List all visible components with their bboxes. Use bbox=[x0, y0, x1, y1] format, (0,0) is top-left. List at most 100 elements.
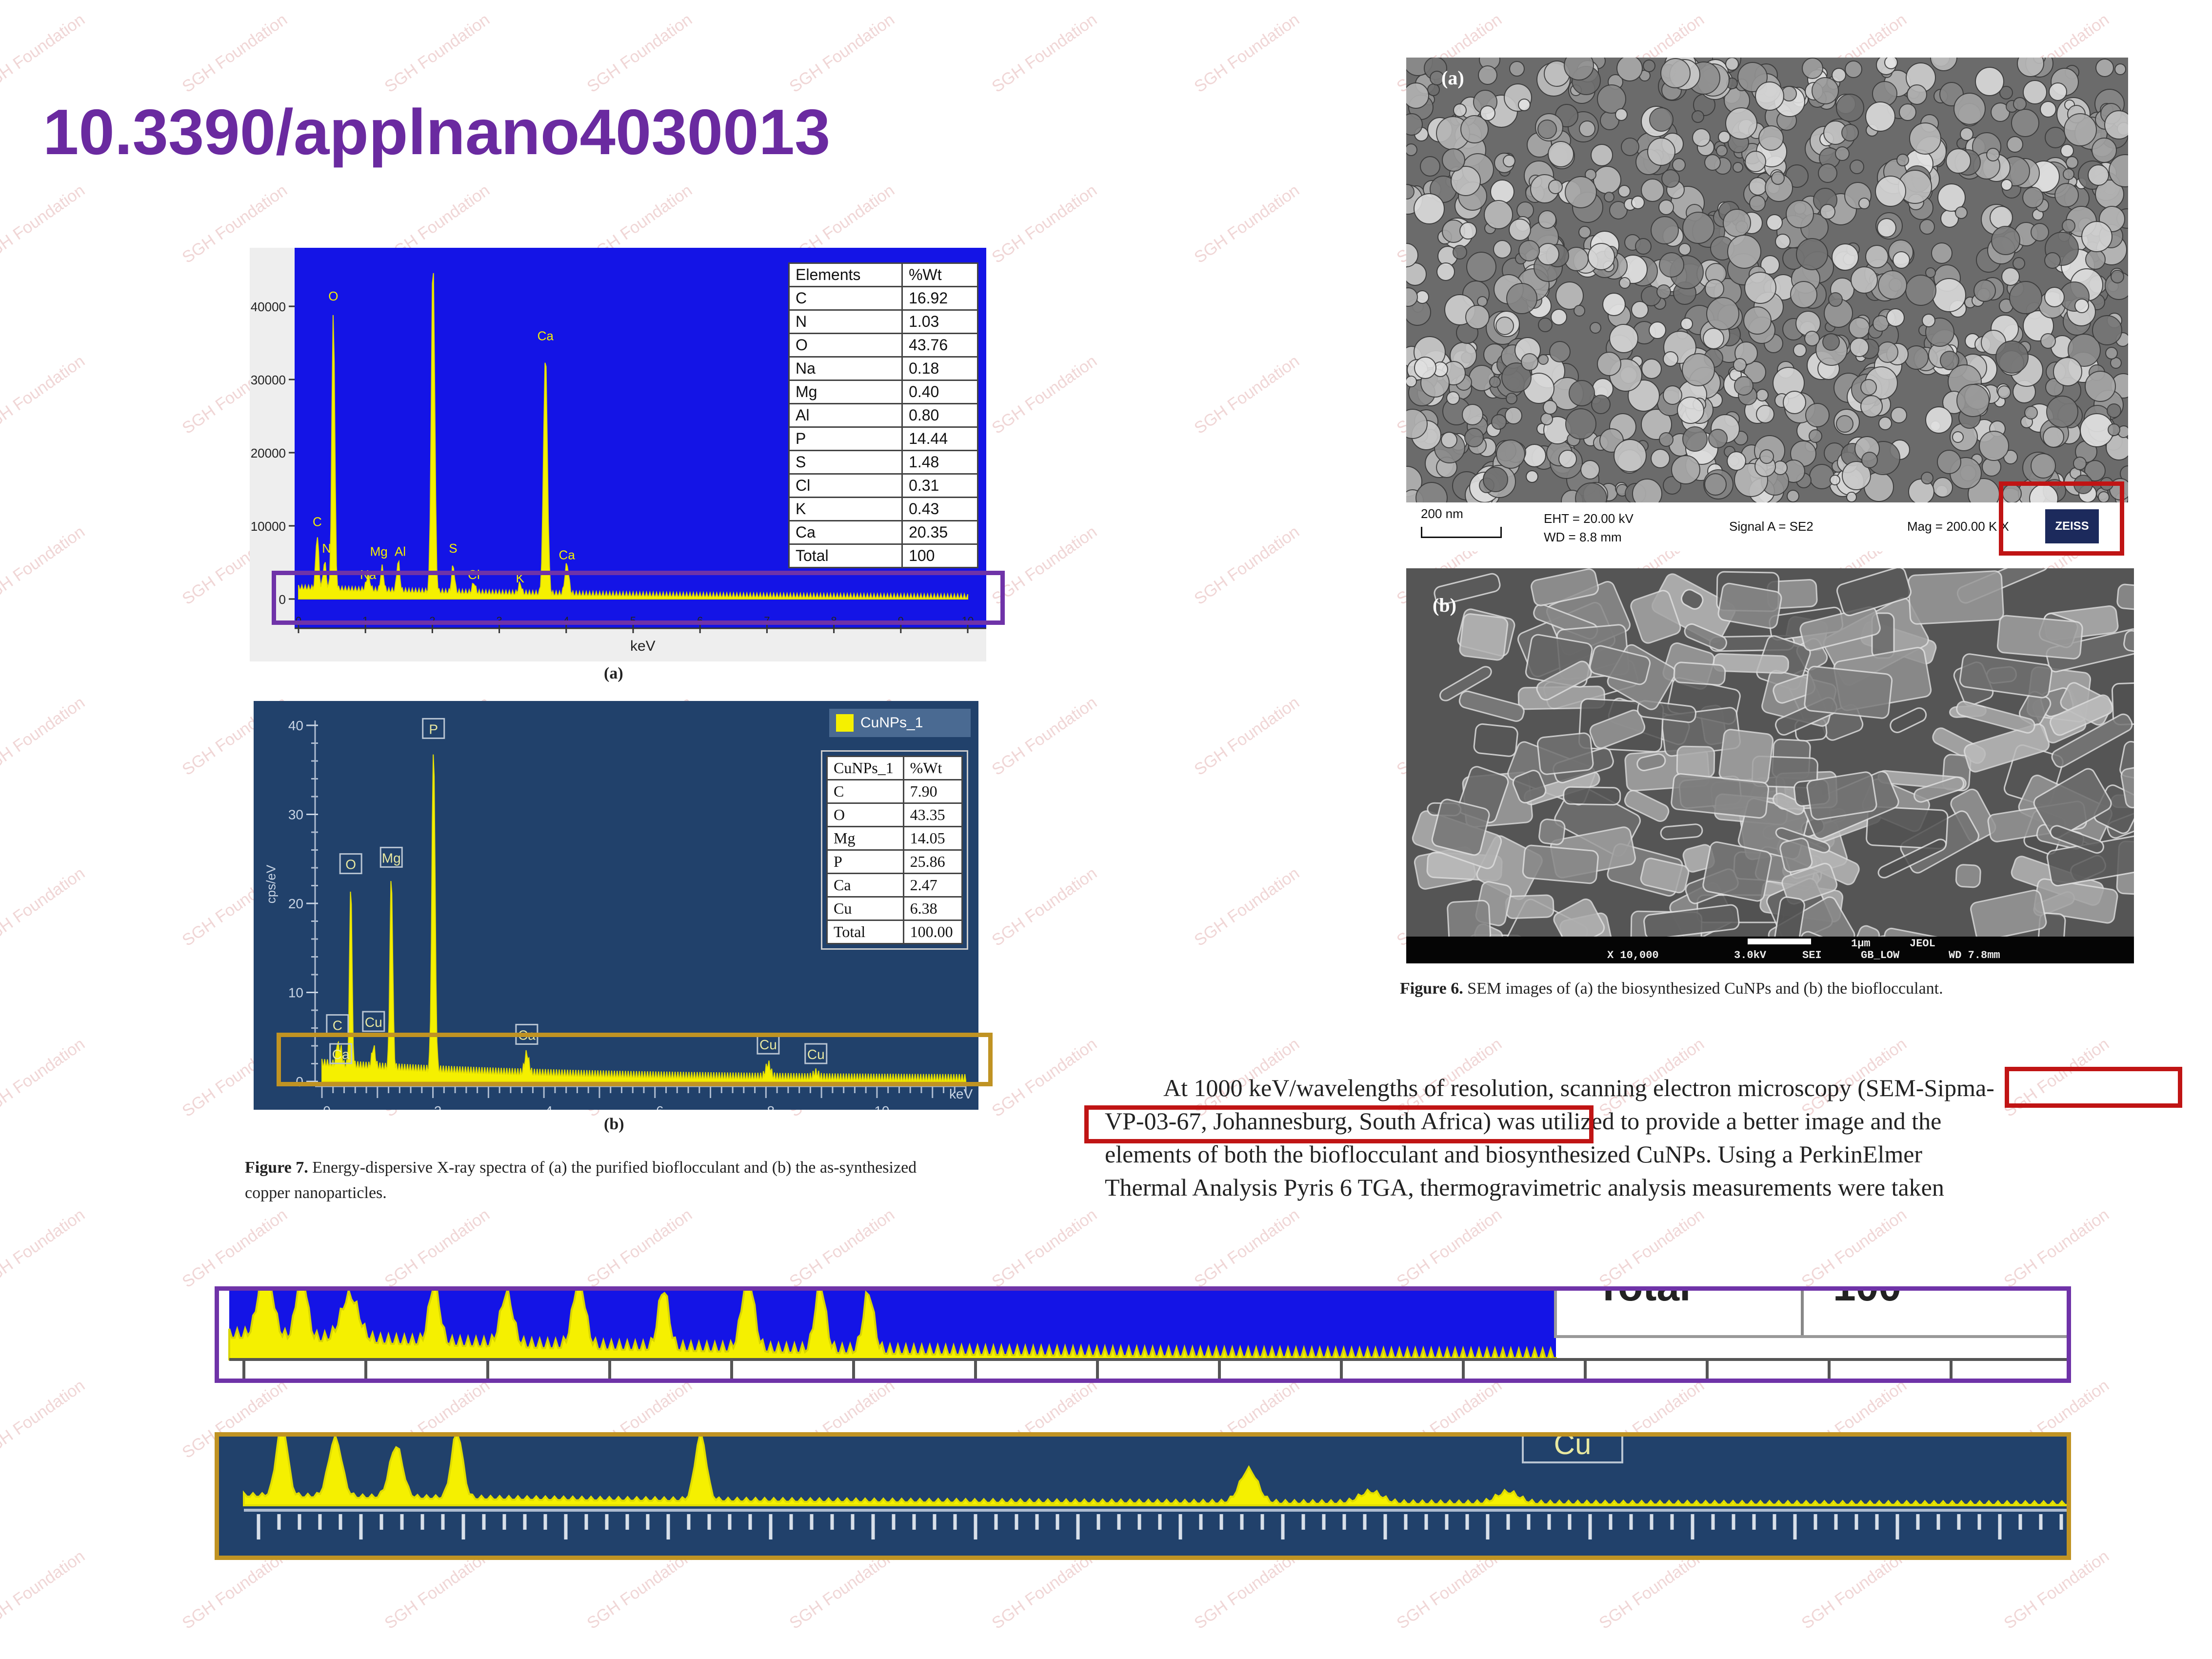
sem-particle bbox=[1766, 214, 1783, 231]
sem-particle bbox=[1518, 99, 1531, 111]
sem-particle bbox=[1860, 379, 1877, 396]
highlight-box-zoom-b bbox=[215, 1432, 2071, 1560]
fig7-caption: Figure 7. Energy-dispersive X-ray spectr… bbox=[245, 1155, 1074, 1206]
sem-particle bbox=[1931, 242, 1953, 264]
sem-particle bbox=[2085, 371, 2116, 402]
table-cell: 2.47 bbox=[902, 873, 963, 898]
sem-particle bbox=[1745, 151, 1766, 172]
table-cell: 7.90 bbox=[902, 779, 963, 804]
sem-particle bbox=[1538, 354, 1549, 365]
sem-particle bbox=[1718, 131, 1731, 143]
table-row: Total 100 bbox=[788, 543, 978, 568]
sem-flake bbox=[1804, 665, 1893, 719]
sem-particle bbox=[1649, 321, 1666, 339]
sem-particle bbox=[1489, 376, 1501, 388]
watermark-text: SGH Foundation bbox=[1191, 863, 1303, 950]
sem-particle bbox=[1930, 58, 1957, 71]
highlight-box-zoom-a bbox=[215, 1286, 2071, 1383]
fig7a-composition-table: Elements %Wt C 16.92 N 1.03 O 43.76 Na 0.18 Mg 0.40… bbox=[788, 262, 978, 568]
sem-particle bbox=[1503, 155, 1515, 167]
watermark-text: SGH Foundation bbox=[988, 1205, 1100, 1292]
sem-particle bbox=[1548, 141, 1574, 167]
sem-particle bbox=[1830, 475, 1840, 485]
sem-particle bbox=[1775, 234, 1791, 249]
sem-particle bbox=[2024, 406, 2038, 420]
sem-particle bbox=[1526, 470, 1538, 483]
sem-particle bbox=[1647, 138, 1675, 166]
sem-particle bbox=[1832, 68, 1846, 82]
watermark-text: SGH Foundation bbox=[0, 863, 88, 950]
y-tick-label: 30000 bbox=[251, 373, 286, 387]
sem-particle bbox=[1565, 408, 1596, 440]
sem-particle bbox=[1727, 235, 1761, 269]
sem-particle bbox=[1480, 105, 1495, 121]
sem-particle bbox=[1771, 171, 1785, 185]
peak-label: Cu bbox=[365, 1015, 382, 1030]
sem-particle bbox=[1619, 277, 1631, 289]
sem-b-scale: 1μm bbox=[1851, 938, 1871, 950]
table-cell: C bbox=[826, 779, 904, 804]
fig7b-composition-table: CuNPs_1 %Wt C 7.90 O 43.35 Mg 14.05 P 25.86 Ca 2.47… bbox=[821, 750, 968, 950]
sem-particle bbox=[1682, 212, 1714, 244]
sem-particle bbox=[1734, 376, 1754, 396]
sem-particle bbox=[1790, 281, 1817, 308]
watermark-text: SGH Foundation bbox=[583, 10, 696, 97]
table-cell: O bbox=[788, 333, 903, 358]
table-row: N 1.03 bbox=[788, 309, 978, 334]
y-tick-label: 20000 bbox=[251, 446, 286, 460]
table-row: Mg 0.40 bbox=[788, 380, 978, 404]
peak-label-tag: O bbox=[339, 853, 362, 875]
sem-particle bbox=[1937, 450, 1961, 474]
watermark-text: SGH Foundation bbox=[988, 10, 1100, 97]
sem-particle bbox=[1558, 450, 1577, 468]
sem-particle bbox=[1478, 65, 1497, 85]
table-cell: Ca bbox=[788, 520, 903, 545]
sem-particle bbox=[1604, 192, 1614, 202]
body-line-1: At 1000 keV/wavelengths of resolution, s… bbox=[1163, 1074, 1994, 1101]
x-tick-label: 6 bbox=[656, 1103, 664, 1110]
sem-particle bbox=[1614, 439, 1647, 472]
sem-particle bbox=[1796, 238, 1828, 270]
sem-b-kv: 3.0kV bbox=[1734, 949, 1767, 961]
x-tick-label: 10 bbox=[874, 1103, 889, 1110]
sem-particle bbox=[1733, 358, 1747, 372]
sem-particle bbox=[2031, 223, 2049, 241]
sem-particle bbox=[1677, 397, 1704, 424]
sem-particle bbox=[1658, 200, 1674, 215]
peak-label: O bbox=[328, 289, 338, 303]
sem-particle bbox=[1521, 353, 1538, 371]
table-cell: Mg bbox=[826, 826, 904, 851]
sem-flake bbox=[1955, 864, 1981, 888]
sem-particle bbox=[1641, 179, 1664, 202]
watermark-text: SGH Foundation bbox=[1191, 180, 1303, 267]
sem-flake bbox=[1447, 899, 1492, 937]
sem-particle bbox=[1704, 473, 1727, 496]
sem-particle bbox=[1483, 467, 1508, 492]
sem-particle bbox=[2023, 80, 2047, 104]
sem-particle bbox=[1946, 148, 1971, 174]
sem-flake bbox=[1673, 661, 1726, 686]
table-cell: C bbox=[788, 286, 903, 311]
sem-a-signal: Signal A = SE2 bbox=[1729, 519, 1813, 534]
sem-particle bbox=[1812, 77, 1839, 104]
sem-particle bbox=[1491, 414, 1507, 430]
sem-particle bbox=[1631, 196, 1645, 209]
sem-image-b: (b) X 10,000 3.0kV SEI 1μm JEOL GB_LOW W… bbox=[1406, 568, 2134, 963]
highlight-box-fig7a-baseline bbox=[272, 571, 1005, 625]
sem-particle bbox=[1986, 148, 2000, 161]
table-cell: 0.43 bbox=[901, 497, 978, 521]
peak-label: Al bbox=[395, 544, 406, 559]
sem-particle bbox=[1878, 270, 1907, 300]
table-cell: K bbox=[788, 497, 903, 521]
sem-particle bbox=[1743, 306, 1772, 335]
sem-particle bbox=[1704, 154, 1721, 171]
sem-particle bbox=[1905, 275, 1936, 306]
watermark-text: SGH Foundation bbox=[1191, 693, 1303, 780]
fig7b-panel-label: (b) bbox=[604, 1115, 624, 1133]
sem-particle bbox=[1441, 432, 1457, 448]
sem-particle bbox=[1579, 120, 1595, 137]
sem-particle bbox=[1793, 343, 1807, 357]
sem-particle bbox=[1922, 314, 1935, 327]
sem-particle bbox=[1878, 417, 1892, 430]
sem-particle bbox=[1755, 81, 1784, 111]
